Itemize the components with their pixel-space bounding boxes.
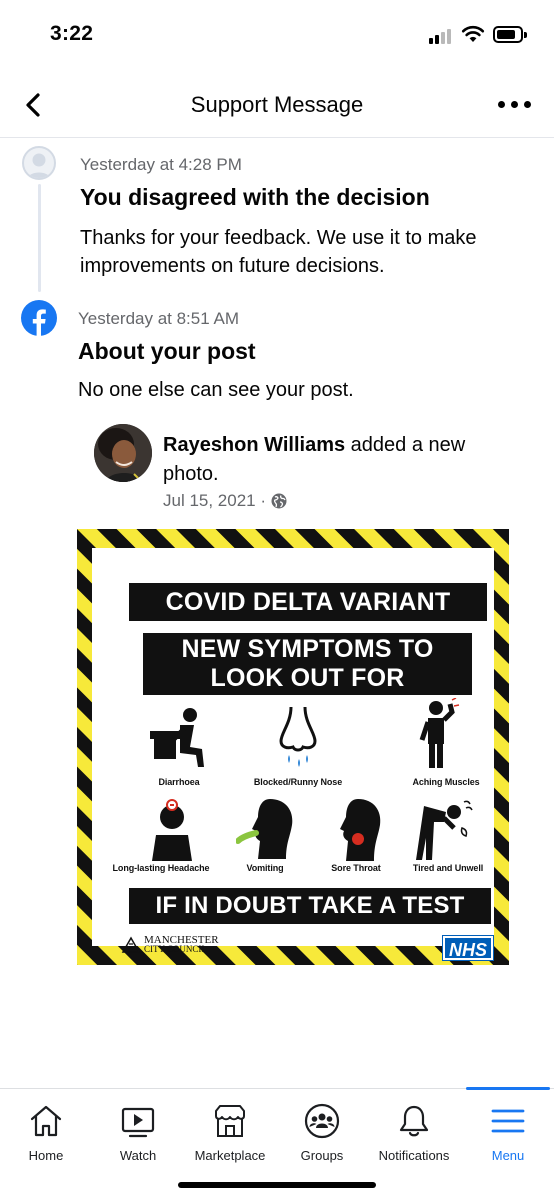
message-body: Thanks for your feedback. We use it to m… — [80, 227, 477, 277]
message-timestamp: Yesterday at 4:28 PM — [80, 155, 242, 174]
status-time: 3:22 — [50, 22, 94, 45]
sore-throat-icon — [340, 799, 381, 861]
poster-subheadline-line: NEW SYMPTOMS TO — [181, 635, 434, 663]
battery-icon — [493, 26, 527, 43]
poster-content: COVID DELTA VARIANT NEW SYMPTOMS TO LOOK… — [92, 548, 494, 961]
post-date-text: Jul 15, 2021 · — [163, 491, 267, 510]
poster-subheadline-line: LOOK OUT FOR — [210, 664, 405, 692]
tired-unwell-icon — [416, 800, 473, 860]
symptom-label: Aching Muscles — [412, 777, 480, 787]
tab-home[interactable]: Home — [0, 1089, 92, 1179]
tab-label: Home — [28, 1148, 64, 1163]
status-bar: 3:22 — [0, 0, 554, 70]
cellular-signal-icon — [429, 28, 455, 44]
groups-icon — [304, 1103, 340, 1139]
header: Support Message — [0, 72, 554, 138]
tab-marketplace[interactable]: Marketplace — [184, 1089, 276, 1179]
tab-label: Groups — [300, 1148, 344, 1163]
post-author-avatar[interactable] — [94, 424, 152, 482]
message-timestamp: Yesterday at 8:51 AM — [78, 309, 239, 328]
menu-icon — [491, 1109, 525, 1133]
symptom-label: Blocked/Runny Nose — [253, 777, 343, 787]
poster-call-to-action: IF IN DOUBT TAKE A TEST — [129, 888, 491, 924]
poster-headline: COVID DELTA VARIANT — [129, 583, 487, 621]
post-summary: Rayeshon Williams added a new photo. — [163, 431, 483, 489]
tab-watch[interactable]: Watch — [92, 1089, 184, 1179]
post-date: Jul 15, 2021 · — [163, 491, 287, 511]
tab-label: Watch — [119, 1148, 157, 1163]
globe-icon — [271, 493, 287, 509]
facebook-logo-icon — [21, 300, 57, 336]
wifi-icon — [461, 25, 485, 42]
runny-nose-icon — [279, 706, 317, 767]
tab-label: Marketplace — [194, 1148, 266, 1163]
message-body: No one else can see your post. — [78, 379, 354, 401]
vomiting-icon — [236, 799, 293, 859]
symptom-label: Tired and Unwell — [412, 863, 484, 873]
home-icon — [30, 1105, 62, 1137]
message-title: About your post — [78, 338, 256, 364]
post-author-name[interactable]: Rayeshon Williams — [163, 434, 345, 456]
poster-subheadline: NEW SYMPTOMS TO LOOK OUT FOR — [143, 633, 472, 695]
manchester-council-logo: MANCHESTER CITY COUNCIL — [121, 935, 219, 954]
watch-icon — [121, 1107, 155, 1138]
symptom-label: Long-lasting Headache — [112, 863, 210, 873]
tab-notifications[interactable]: Notifications — [368, 1089, 460, 1179]
message-title: You disagreed with the decision — [80, 184, 430, 210]
bell-icon — [399, 1105, 429, 1137]
tab-label: Menu — [491, 1148, 525, 1163]
more-options-button[interactable] — [498, 100, 532, 110]
tab-label: Notifications — [378, 1148, 450, 1163]
nhs-logo: NHS — [442, 935, 494, 961]
home-indicator — [178, 1182, 376, 1188]
tab-menu[interactable]: Menu — [462, 1089, 554, 1179]
page-title: Support Message — [190, 92, 364, 117]
user-avatar-icon — [22, 146, 56, 180]
diarrhoea-icon — [150, 708, 204, 767]
post-photo[interactable]: COVID DELTA VARIANT NEW SYMPTOMS TO LOOK… — [77, 529, 509, 965]
council-crest-icon — [121, 936, 141, 953]
headache-icon — [152, 799, 192, 861]
marketplace-icon — [215, 1105, 245, 1137]
aching-muscles-icon — [419, 698, 460, 768]
tab-groups[interactable]: Groups — [276, 1089, 368, 1179]
council-subtitle: CITY COUNCIL — [144, 944, 207, 954]
thread-connector — [38, 184, 41, 292]
symptom-label: Diarrhoea — [158, 777, 200, 787]
